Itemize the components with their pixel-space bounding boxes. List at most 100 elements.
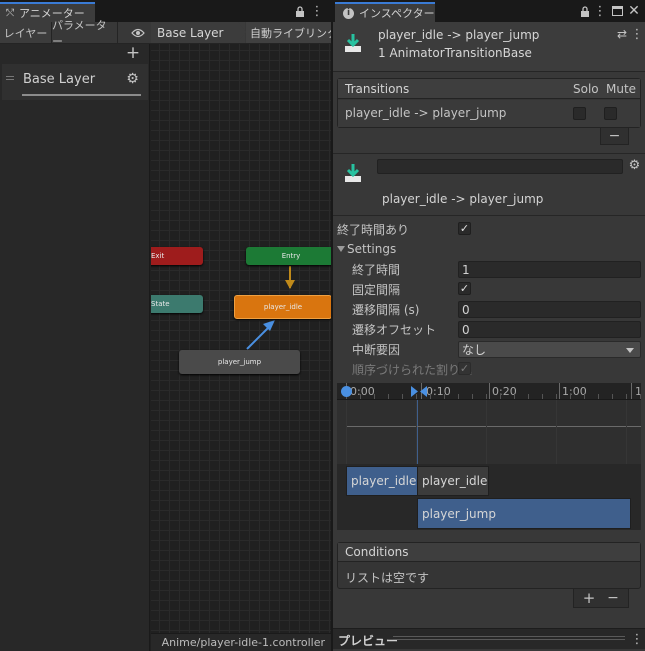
transition-start-marker[interactable] [341,386,352,397]
transitions-header: Transitions Solo Mute [338,79,640,99]
entry-node[interactable]: Entry [246,247,331,265]
remove-transition-button[interactable]: − [600,128,629,145]
animator-window: ⤲ アニメーター ⋮ レイヤー パラメーター Base Layer 自動ライブリ… [0,0,331,651]
drag-handle-icon[interactable] [6,76,14,77]
close-icon[interactable]: ✕ [627,3,641,19]
grid-lines [346,400,641,464]
lock-icon[interactable] [578,4,592,18]
interruption-source-dropdown[interactable]: なし [458,341,641,358]
breadcrumb-arrow-icon [238,22,246,42]
inspector-header: player_idle -> player_jump 1 AnimatorTra… [333,22,645,72]
clip-player-idle-source[interactable]: player_idle [346,466,418,496]
header-title: player_idle -> player_jump [378,28,540,42]
transition-duration-label: 遷移間隔 (s) [352,303,420,317]
transition-arrows [246,266,295,350]
transition-name-label: player_idle -> player_jump [382,192,544,206]
foldout-arrow-icon [337,246,345,252]
inspector-window: i インスペクター ⋮ ✕ player_idle -> player_jump… [332,0,645,651]
transition-end-marker[interactable] [411,386,427,397]
transition-row[interactable]: player_idle -> player_jump [338,100,640,127]
breadcrumb-label: Base Layer [157,25,224,40]
gear-icon[interactable]: ⚙ [627,158,642,173]
preview-bar[interactable]: プレビュー ⋮ [333,628,645,649]
layer-weight-bar [22,94,141,96]
ordered-interruption-label: 順序づけられた割り込 [352,363,473,377]
divider [333,153,645,154]
player-idle-node[interactable]: player_idle [234,295,331,319]
settings-heading: Settings [347,242,397,256]
divider [333,215,645,216]
has-exit-time-label: 終了時間あり [337,223,410,237]
transition-icon [343,162,363,184]
more-options-icon[interactable]: ⋮ [594,4,607,19]
player-jump-node-label: player_jump [217,358,262,366]
conditions-empty-text: リストは空です [345,571,430,585]
ordered-interruption-checkbox: ✓ [458,362,471,375]
clip-label: player_idle [422,474,488,488]
layers-panel: + Base Layer ⚙ [0,43,150,651]
layer-name: Base Layer [23,72,96,87]
more-options-icon[interactable]: ⋮ [631,632,644,647]
has-exit-time-checkbox[interactable]: ✓ [458,222,471,235]
info-icon: i [343,7,354,19]
transition-icon [343,32,363,54]
preview-handle[interactable] [393,639,625,640]
eye-icon[interactable] [130,25,146,41]
state-machine-graph[interactable]: Exit Entry State player_idle player_jump [151,44,331,633]
clip-player-idle-continued[interactable]: player_idle [417,466,489,496]
transition-offset-field[interactable]: 0 [458,321,641,338]
transition-name-field[interactable] [377,159,623,174]
gear-icon[interactable]: ⚙ [125,71,140,87]
exit-time-field[interactable]: 1 [458,261,641,278]
transition-offset-label: 遷移オフセット [352,323,437,337]
entry-node-label: Entry [281,252,301,260]
solo-label: Solo [573,82,599,96]
settings-foldout[interactable]: Settings [335,241,535,259]
clip-label: player_jump [422,506,496,521]
solo-checkbox[interactable] [573,107,586,120]
ruler-minor-ticks [346,394,641,399]
inspector-tab-label: インスペクター [359,7,435,20]
exit-time-label: 終了時間 [352,263,401,277]
player-jump-node[interactable]: player_jump [179,350,300,374]
mute-label: Mute [606,82,637,96]
transition-duration-field[interactable]: 0 [458,301,641,318]
transitions-heading: Transitions [345,82,410,96]
interruption-source-label: 中断要因 [352,343,401,357]
state-node[interactable]: State [151,295,203,313]
more-options-icon[interactable]: ⋮ [631,27,644,42]
add-condition-button[interactable]: + [580,589,598,607]
controller-path-footer: Anime/player-idle-1.controller [151,633,331,651]
mute-checkbox[interactable] [604,107,617,120]
exit-node-label: Exit [151,252,165,260]
lock-icon[interactable] [293,4,307,18]
conditions-heading: Conditions [345,545,409,559]
transition-timeline[interactable]: 0:00 0:10 0:20 1:00 1 player_idle player… [337,383,641,530]
preset-sliders-icon[interactable]: ⇄ [615,27,629,41]
timeline-ruler[interactable]: 0:00 0:10 0:20 1:00 1 [337,383,641,400]
breadcrumb[interactable]: Base Layer [151,22,245,43]
inspector-tab-bar: i インスペクター ⋮ ✕ [333,0,645,22]
animator-tab-bar: ⤲ アニメーター ⋮ [0,0,331,22]
exit-node[interactable]: Exit [151,247,203,265]
fixed-duration-checkbox[interactable]: ✓ [458,282,471,295]
animator-icon: ⤲ [6,7,14,19]
inspector-tab[interactable]: i インスペクター [335,2,435,22]
auto-live-link-button[interactable]: 自動ライブリンク [246,22,331,43]
remove-condition-button[interactable]: − [604,590,622,606]
transition-row-label: player_idle -> player_jump [345,106,507,120]
more-options-icon[interactable]: ⋮ [311,4,324,19]
tab-parameters[interactable]: パラメーター [52,19,118,48]
clip-player-jump[interactable]: player_jump [417,498,631,529]
conditions-header: Conditions [338,543,640,562]
header-subtitle: 1 AnimatorTransitionBase [378,46,532,60]
add-layer-button[interactable]: + [124,43,142,63]
maximize-icon[interactable] [612,6,623,16]
transitions-list: Transitions Solo Mute player_idle -> pla… [337,78,641,128]
fixed-duration-label: 固定間隔 [352,283,401,297]
chevron-down-icon [626,348,634,353]
interruption-source-value: なし [462,343,487,357]
tab-layers[interactable]: レイヤー [0,22,52,43]
transition-offset-value: 0 [462,322,470,337]
conditions-footer: + − [573,589,629,608]
